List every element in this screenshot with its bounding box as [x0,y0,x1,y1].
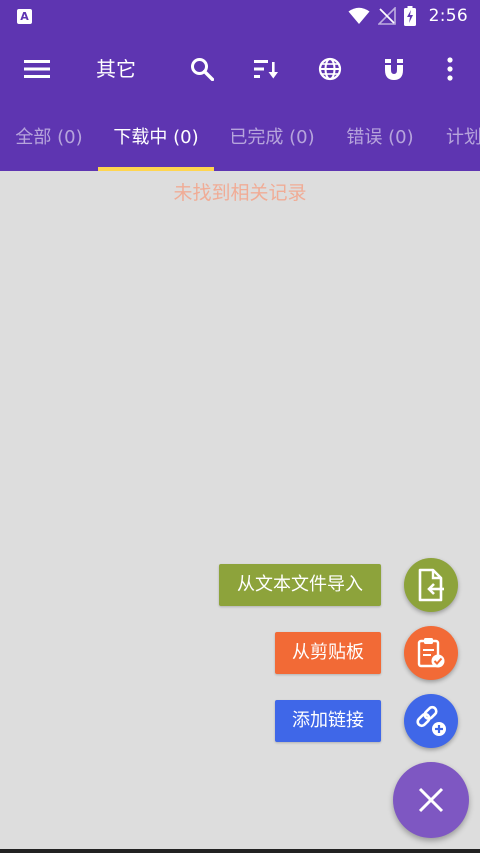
menu-icon [24,60,50,78]
app-toolbar: 其它 [0,33,480,105]
more-vert-icon [447,57,453,81]
clipboard-check-icon [417,638,445,668]
add-link-button[interactable] [404,694,458,748]
from-clipboard-button[interactable] [404,626,458,680]
wifi-icon [348,7,370,24]
more-options-button[interactable] [426,33,474,105]
app-notification-icon: A [17,9,32,24]
active-tab-indicator [98,167,214,171]
sort-icon [254,60,278,79]
no-signal-icon [378,7,396,25]
status-icons [348,6,416,26]
tab-scheduled[interactable]: 计划 [430,105,480,171]
import-from-file-label[interactable]: 从文本文件导入 [219,564,381,606]
file-import-icon [418,568,444,602]
magnet-button[interactable] [370,33,418,105]
search-button[interactable] [178,33,226,105]
tab-all[interactable]: 全部 (0) [0,105,98,171]
empty-state-message: 未找到相关记录 [173,182,307,204]
tab-downloading[interactable]: 下载中 (0) [98,105,214,171]
close-icon [418,787,444,813]
tab-completed[interactable]: 已完成 (0) [214,105,330,171]
tab-error[interactable]: 错误 (0) [330,105,430,171]
download-status-tabs: 全部 (0) 下载中 (0) 已完成 (0) 错误 (0) 计划 [0,105,480,171]
close-fab-menu-button[interactable] [393,762,469,838]
status-time: 2:56 [428,6,468,26]
navigation-bar-edge [0,849,480,853]
page-title: 其它 [96,57,136,81]
magnet-icon [385,59,403,80]
search-icon [191,58,214,81]
import-from-file-button[interactable] [404,558,458,612]
menu-button[interactable] [13,33,61,105]
status-bar: A 2:56 [0,0,480,33]
from-clipboard-label[interactable]: 从剪贴板 [275,632,381,674]
globe-icon [318,57,342,81]
browser-button[interactable] [306,33,354,105]
battery-charging-icon [404,6,416,26]
link-add-icon [416,705,446,736]
app-screen: A 2:56 其它 全部 (0) 下载中 (0) 已完成 (0) 错误 (0) … [0,0,480,853]
sort-button[interactable] [242,33,290,105]
add-link-label[interactable]: 添加链接 [275,700,381,742]
